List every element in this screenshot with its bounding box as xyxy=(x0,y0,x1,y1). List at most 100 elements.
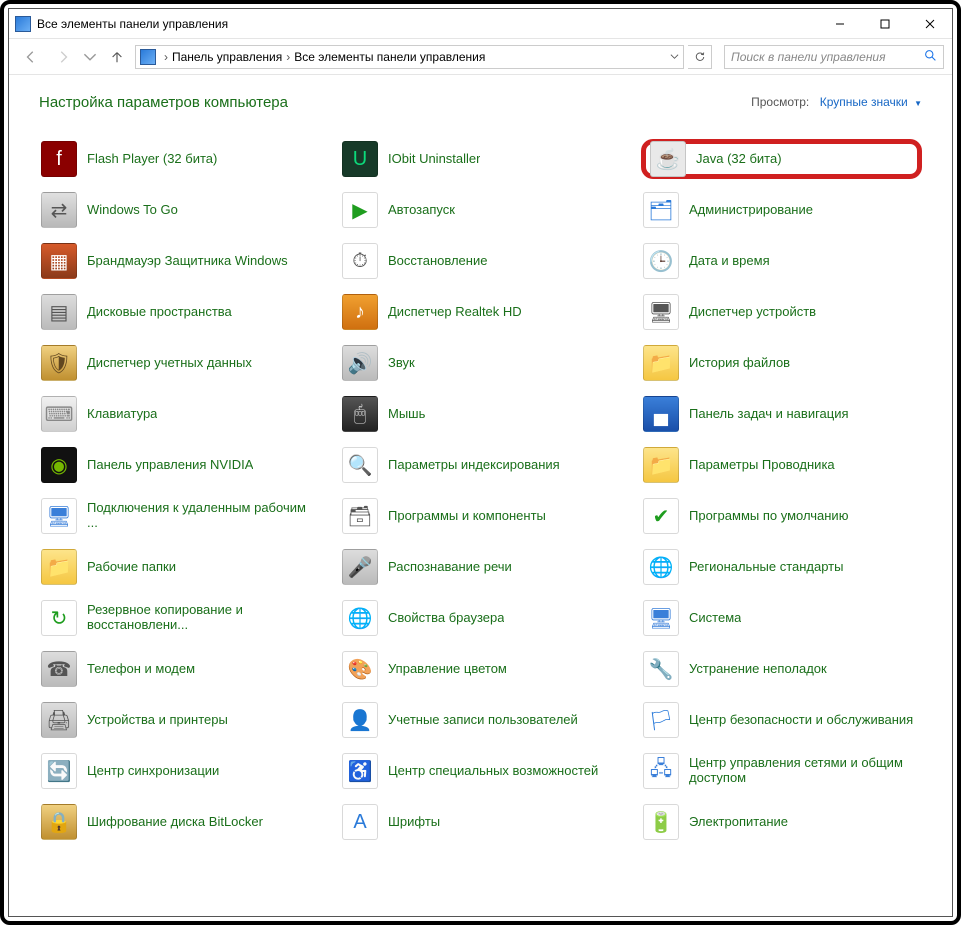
cp-item-recovery[interactable]: ⏱Восстановление xyxy=(340,241,621,281)
cp-item-bitlocker[interactable]: 🔒Шифрование диска BitLocker xyxy=(39,802,320,842)
nav-recent-button[interactable] xyxy=(81,43,99,71)
useraccounts-icon: 👤 xyxy=(342,702,378,738)
admin-icon: 🗂 xyxy=(643,192,679,228)
breadcrumb-segment[interactable]: Панель управления xyxy=(172,50,282,64)
cp-item-devicemgr[interactable]: 🖥Диспетчер устройств xyxy=(641,292,922,332)
cp-item-fonts[interactable]: AШрифты xyxy=(340,802,621,842)
cp-item-label: Панель задач и навигация xyxy=(689,407,849,422)
cp-item-securitycenter[interactable]: 🏳Центр безопасности и обслуживания xyxy=(641,700,922,740)
cp-item-indexing[interactable]: 🔍Параметры индексирования xyxy=(340,445,621,485)
search-input[interactable]: Поиск в панели управления xyxy=(724,45,944,69)
cp-item-label: Региональные стандарты xyxy=(689,560,843,575)
taskbar-icon: ▄ xyxy=(643,396,679,432)
nav-back-button[interactable] xyxy=(17,43,45,71)
cp-item-label: Управление цветом xyxy=(388,662,507,677)
cp-item-label: Программы по умолчанию xyxy=(689,509,848,524)
minimize-button[interactable] xyxy=(817,9,862,38)
cp-item-autoplay[interactable]: ▶Автозапуск xyxy=(340,190,621,230)
maximize-button[interactable] xyxy=(862,9,907,38)
cp-item-label: Дата и время xyxy=(689,254,770,269)
cp-item-easeofaccess[interactable]: ♿Центр специальных возможностей xyxy=(340,751,621,791)
nav-forward-button[interactable] xyxy=(49,43,77,71)
indexing-icon: 🔍 xyxy=(342,447,378,483)
cp-item-label: Центр синхронизации xyxy=(87,764,219,779)
cp-item-iobit[interactable]: UIObit Uninstaller xyxy=(340,139,621,179)
cp-item-region[interactable]: 🌐 Региональные стандарты xyxy=(641,547,922,587)
cp-item-sound[interactable]: 🔊Звук xyxy=(340,343,621,383)
address-bar[interactable]: › Панель управления › Все элементы панел… xyxy=(135,45,684,69)
cp-item-phonemodem[interactable]: ☎Телефон и модем xyxy=(39,649,320,689)
address-dropdown-icon[interactable] xyxy=(670,50,679,64)
cp-item-backup[interactable]: ↻Резервное копирование и восстановлени..… xyxy=(39,598,320,638)
cp-item-label: Диспетчер учетных данных xyxy=(87,356,252,371)
cp-item-inetopts[interactable]: 🌐Свойства браузера xyxy=(340,598,621,638)
cp-item-defaultprogs[interactable]: ✔Программы по умолчанию xyxy=(641,496,922,536)
cp-item-label: Дисковые пространства xyxy=(87,305,232,320)
cp-item-storagespaces[interactable]: ▤Дисковые пространства xyxy=(39,292,320,332)
cp-item-label: Рабочие папки xyxy=(87,560,176,575)
cp-item-remoteapp[interactable]: 🖥Подключения к удаленным рабочим ... xyxy=(39,496,320,536)
cp-item-colormgmt[interactable]: 🎨Управление цветом xyxy=(340,649,621,689)
cp-item-mouse[interactable]: 🖱 Мышь xyxy=(340,394,621,434)
cp-item-flash[interactable]: f Flash Player (32 бита) xyxy=(39,139,320,179)
cp-item-devicesprinters[interactable]: 🖨Устройства и принтеры xyxy=(39,700,320,740)
cp-item-keyboard[interactable]: ⌨Клавиатура xyxy=(39,394,320,434)
search-icon xyxy=(924,49,937,65)
region-icon: 🌐 xyxy=(643,549,679,585)
filehistory-icon: 📁 xyxy=(643,345,679,381)
cp-item-workfolders[interactable]: 📁 Рабочие папки xyxy=(39,547,320,587)
workfolders-icon: 📁 xyxy=(41,549,77,585)
cp-item-label: Flash Player (32 бита) xyxy=(87,152,217,167)
minimize-icon xyxy=(835,19,845,29)
cp-item-label: Электропитание xyxy=(689,815,788,830)
phonemodem-icon: ☎ xyxy=(41,651,77,687)
breadcrumb-segment[interactable]: Все элементы панели управления xyxy=(294,50,485,64)
wtg-icon: ⇄ xyxy=(41,192,77,228)
cp-item-label: Звук xyxy=(388,356,415,371)
fonts-icon: A xyxy=(342,804,378,840)
cp-item-label: Учетные записи пользователей xyxy=(388,713,578,728)
mouse-icon: 🖱 xyxy=(342,396,378,432)
cp-item-label: Администрирование xyxy=(689,203,813,218)
cp-item-folderopts[interactable]: 📁Параметры Проводника xyxy=(641,445,922,485)
firewall-icon: ▦ xyxy=(41,243,77,279)
cp-item-networkcenter[interactable]: 🖧 Центр управления сетями и общим доступо… xyxy=(641,751,922,791)
toolbar: › Панель управления › Все элементы панел… xyxy=(9,39,952,75)
close-icon xyxy=(925,19,935,29)
cp-item-datetime[interactable]: 🕒Дата и время xyxy=(641,241,922,281)
refresh-icon xyxy=(694,51,706,63)
networkcenter-icon: 🖧 xyxy=(643,753,679,789)
cp-item-system[interactable]: 🖥Система xyxy=(641,598,922,638)
cp-item-nvidia[interactable]: ◉Панель управления NVIDIA xyxy=(39,445,320,485)
cp-item-troubleshoot[interactable]: 🔧Устранение неполадок xyxy=(641,649,922,689)
cp-item-filehistory[interactable]: 📁 История файлов xyxy=(641,343,922,383)
cp-item-label: Центр специальных возможностей xyxy=(388,764,598,779)
cp-item-label: Диспетчер Realtek HD xyxy=(388,305,522,320)
cp-item-programs[interactable]: 🗃Программы и компоненты xyxy=(340,496,621,536)
refresh-button[interactable] xyxy=(688,45,712,69)
cp-item-java[interactable]: ☕Java (32 бита) xyxy=(641,139,922,179)
cp-item-label: Мышь xyxy=(388,407,425,422)
cp-item-wtg[interactable]: ⇄Windows To Go xyxy=(39,190,320,230)
cp-item-admin[interactable]: 🗂 Администрирование xyxy=(641,190,922,230)
address-icon xyxy=(140,49,156,65)
arrow-left-icon xyxy=(24,50,38,64)
folderopts-icon: 📁 xyxy=(643,447,679,483)
cp-item-firewall[interactable]: ▦Брандмауэр Защитника Windows xyxy=(39,241,320,281)
cp-item-credentials[interactable]: 🛡 Диспетчер учетных данных xyxy=(39,343,320,383)
speech-icon: 🎤 xyxy=(342,549,378,585)
flash-icon: f xyxy=(41,141,77,177)
cp-item-realtek[interactable]: ♪Диспетчер Realtek HD xyxy=(340,292,621,332)
cp-item-useraccounts[interactable]: 👤 Учетные записи пользователей xyxy=(340,700,621,740)
close-button[interactable] xyxy=(907,9,952,38)
cp-item-synccenter[interactable]: 🔄Центр синхронизации xyxy=(39,751,320,791)
cp-item-taskbar[interactable]: ▄ Панель задач и навигация xyxy=(641,394,922,434)
view-selector[interactable]: Просмотр: Крупные значки ▼ xyxy=(751,93,922,111)
credentials-icon: 🛡 xyxy=(41,345,77,381)
cp-item-power[interactable]: 🔋Электропитание xyxy=(641,802,922,842)
cp-item-label: Программы и компоненты xyxy=(388,509,546,524)
cp-item-label: История файлов xyxy=(689,356,790,371)
cp-item-speech[interactable]: 🎤Распознавание речи xyxy=(340,547,621,587)
nav-up-button[interactable] xyxy=(103,43,131,71)
cp-item-label: Центр управления сетями и общим доступом xyxy=(689,756,920,786)
